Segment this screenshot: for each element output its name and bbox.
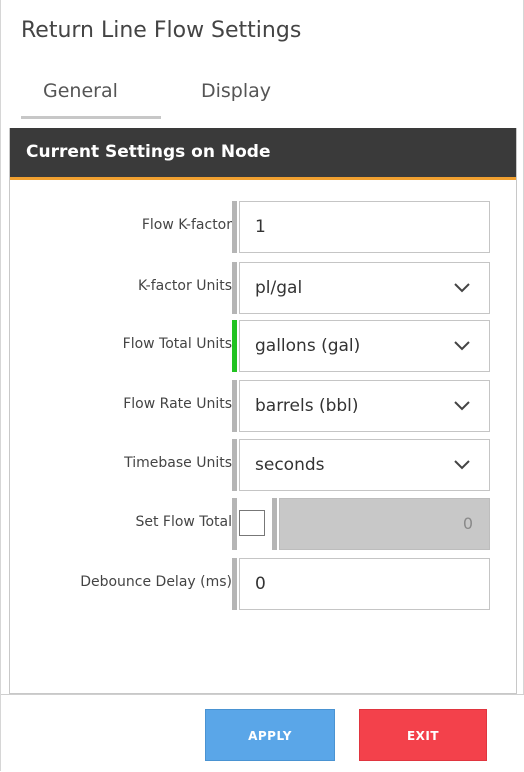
row-flow-rate-units: Flow Rate Units barrels (bbl) bbox=[10, 380, 516, 432]
timebase-units-label: Timebase Units bbox=[124, 455, 232, 471]
row-debounce-delay: Debounce Delay (ms) 0 bbox=[10, 558, 516, 610]
panel-header-title: Current Settings on Node bbox=[26, 142, 271, 162]
chevron-down-icon bbox=[454, 460, 470, 470]
chevron-down-icon bbox=[454, 341, 470, 351]
settings-dialog: Return Line Flow Settings General Displa… bbox=[0, 0, 524, 772]
set-flow-total-separator bbox=[272, 498, 277, 550]
flow-rate-units-label: Flow Rate Units bbox=[123, 396, 232, 412]
active-tab-underline bbox=[21, 116, 161, 119]
panel-header: Current Settings on Node bbox=[10, 128, 516, 180]
timebase-units-indicator bbox=[232, 439, 237, 491]
flow-k-factor-indicator bbox=[232, 201, 237, 253]
exit-button[interactable]: EXIT bbox=[359, 709, 487, 761]
tab-bar: General Display bbox=[1, 70, 524, 120]
chevron-down-icon bbox=[454, 283, 470, 293]
row-k-factor-units: K-factor Units pl/gal bbox=[10, 262, 516, 314]
settings-panel: Current Settings on Node Flow K-factor 1… bbox=[9, 128, 517, 694]
flow-rate-units-select[interactable]: barrels (bbl) bbox=[239, 380, 490, 432]
row-flow-k-factor: Flow K-factor 1 bbox=[10, 201, 516, 253]
set-flow-total-value: 0 bbox=[462, 514, 473, 533]
k-factor-units-select[interactable]: pl/gal bbox=[239, 262, 490, 314]
timebase-units-select[interactable]: seconds bbox=[239, 439, 490, 491]
debounce-delay-input[interactable]: 0 bbox=[239, 558, 490, 610]
k-factor-units-value: pl/gal bbox=[255, 278, 303, 298]
flow-rate-units-indicator bbox=[232, 380, 237, 432]
row-flow-total-units: Flow Total Units gallons (gal) bbox=[10, 320, 516, 372]
dialog-title: Return Line Flow Settings bbox=[21, 18, 302, 43]
k-factor-units-indicator bbox=[232, 262, 237, 314]
row-set-flow-total: Set Flow Total 0 bbox=[10, 498, 516, 550]
flow-k-factor-label: Flow K-factor bbox=[141, 217, 232, 233]
dialog-footer: APPLY EXIT bbox=[1, 694, 524, 772]
row-timebase-units: Timebase Units seconds bbox=[10, 439, 516, 491]
flow-total-units-label: Flow Total Units bbox=[122, 336, 232, 352]
apply-button[interactable]: APPLY bbox=[205, 709, 335, 761]
flow-k-factor-input[interactable]: 1 bbox=[239, 201, 490, 253]
flow-k-factor-value: 1 bbox=[255, 217, 266, 237]
set-flow-total-checkbox[interactable] bbox=[239, 510, 265, 536]
tab-general[interactable]: General bbox=[43, 80, 118, 102]
tab-display[interactable]: Display bbox=[201, 80, 271, 102]
flow-total-units-changed-indicator bbox=[232, 320, 237, 372]
timebase-units-value: seconds bbox=[255, 455, 325, 475]
flow-total-units-select[interactable]: gallons (gal) bbox=[239, 320, 490, 372]
flow-total-units-value: gallons (gal) bbox=[255, 336, 361, 356]
k-factor-units-label: K-factor Units bbox=[137, 278, 232, 294]
set-flow-total-input: 0 bbox=[279, 498, 490, 550]
set-flow-total-indicator bbox=[232, 498, 237, 550]
chevron-down-icon bbox=[454, 401, 470, 411]
set-flow-total-label: Set Flow Total bbox=[135, 514, 232, 530]
flow-rate-units-value: barrels (bbl) bbox=[255, 396, 359, 416]
debounce-delay-value: 0 bbox=[255, 574, 266, 594]
debounce-delay-label: Debounce Delay (ms) bbox=[80, 574, 232, 590]
debounce-delay-indicator bbox=[232, 558, 237, 610]
